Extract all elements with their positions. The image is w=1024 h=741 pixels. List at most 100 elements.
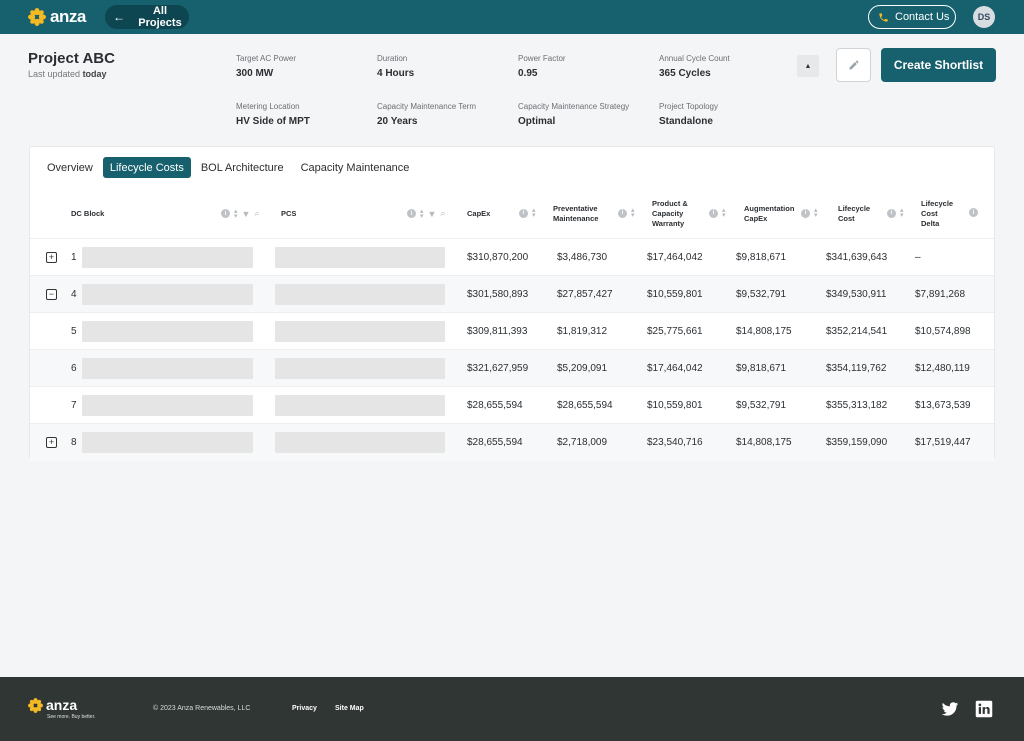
meta-value: HV Side of MPT xyxy=(236,116,310,127)
info-icon[interactable]: i xyxy=(221,209,230,218)
col-header-pcs[interactable]: PCS xyxy=(281,189,296,239)
info-icon[interactable]: i xyxy=(801,208,810,218)
header-line: Lifecycle xyxy=(921,199,954,208)
cell-preventative-maintenance: $3,486,730 xyxy=(557,252,608,263)
tab-overview[interactable]: Overview xyxy=(40,157,100,178)
col-header-augmentation-capex[interactable]: Augmentation CapEx xyxy=(744,189,794,239)
expand-row-icon[interactable]: + xyxy=(46,252,57,263)
cell-lifecycle-cost-delta: $7,891,268 xyxy=(915,289,966,300)
info-icon[interactable]: i xyxy=(519,208,528,218)
filter-icon[interactable]: ▼ xyxy=(242,209,251,219)
collapse-details-button[interactable]: ▲ xyxy=(797,55,819,77)
table-row[interactable]: 5 $309,811,393 $1,819,312 $25,775,661 $1… xyxy=(30,313,994,350)
expand-row-icon[interactable]: + xyxy=(46,437,57,448)
info-icon[interactable]: i xyxy=(618,208,627,218)
cell-warranty: $17,464,042 xyxy=(647,252,703,263)
pcs-header-tools: i ▴ ▾ ▼ ⌕ xyxy=(407,208,445,220)
tab-capacity-maintenance[interactable]: Capacity Maintenance xyxy=(294,157,417,178)
meta-label: Power Factor xyxy=(518,54,566,63)
row-number: 8 xyxy=(71,437,77,448)
table-row[interactable]: 7 $28,655,594 $28,655,594 $10,559,801 $9… xyxy=(30,387,994,424)
header-line: Preventative xyxy=(553,204,598,213)
prev-maint-header-tools: i ▴ ▾ xyxy=(618,207,635,219)
contact-us-label: Contact Us xyxy=(895,11,950,23)
footer-brand-logo[interactable]: anza See more. Buy better. xyxy=(28,697,95,720)
lifecycle-costs-card: Overview Lifecycle Costs BOL Architectur… xyxy=(29,146,995,461)
col-header-lifecycle-cost-delta[interactable]: Lifecycle Cost Delta xyxy=(921,189,953,239)
col-header-dc-block[interactable]: DC Block xyxy=(71,189,104,239)
footer-tagline: See more. Buy better. xyxy=(47,714,96,720)
cell-lifecycle-cost: $352,214,541 xyxy=(826,326,888,337)
meta-label: Capacity Maintenance Strategy xyxy=(518,102,630,111)
meta-project-topology: Project Topology Standalone xyxy=(659,102,718,127)
caret-up-icon: ▲ xyxy=(804,62,812,70)
dc-block-placeholder xyxy=(82,247,253,268)
user-avatar[interactable]: DS xyxy=(973,6,995,28)
table-row[interactable]: 6 $321,627,959 $5,209,091 $17,464,042 $9… xyxy=(30,350,994,387)
table-row[interactable]: − 4 $301,580,893 $27,857,427 $10,559,801… xyxy=(30,276,994,313)
sort-icon[interactable]: ▴ ▾ xyxy=(234,208,238,220)
meta-value: Standalone xyxy=(659,116,713,127)
col-header-capex[interactable]: CapEx xyxy=(467,189,490,239)
footer: anza See more. Buy better. © 2023 Anza R… xyxy=(0,677,1024,741)
sort-icon[interactable]: ▴ ▾ xyxy=(420,208,424,220)
collapse-row-icon[interactable]: − xyxy=(46,289,57,300)
meta-value: 300 MW xyxy=(236,68,274,79)
cell-preventative-maintenance: $5,209,091 xyxy=(557,363,608,374)
pcs-placeholder xyxy=(275,284,445,305)
col-header-preventative-maintenance[interactable]: Preventative Maintenance xyxy=(553,189,598,239)
table-row[interactable]: + 8 $28,655,594 $2,718,009 $23,540,716 $… xyxy=(30,424,994,461)
flower-logo-icon xyxy=(28,697,43,713)
info-icon[interactable]: i xyxy=(969,208,978,217)
col-header-lifecycle-cost[interactable]: Lifecycle Cost xyxy=(838,189,870,239)
cell-warranty: $17,464,042 xyxy=(647,363,703,374)
filter-icon[interactable]: ▼ xyxy=(428,209,437,219)
site-map-link[interactable]: Site Map xyxy=(335,705,364,712)
last-updated-value: today xyxy=(82,69,107,79)
capex-header-tools: i ▴ ▾ xyxy=(519,207,536,219)
pcs-placeholder xyxy=(275,321,445,342)
meta-annual-cycle-count: Annual Cycle Count 365 Cycles xyxy=(659,54,730,79)
all-projects-button[interactable]: ← All Projects xyxy=(105,5,189,29)
cell-lifecycle-cost-delta: – xyxy=(915,252,921,263)
cell-lifecycle-cost-delta: $17,519,447 xyxy=(915,437,971,448)
search-icon[interactable]: ⌕ xyxy=(440,208,445,219)
brand-logo[interactable]: anza xyxy=(28,7,86,27)
dc-block-placeholder xyxy=(82,432,253,453)
sort-icon[interactable]: ▴ ▾ xyxy=(532,207,536,219)
cell-augmentation-capex: $14,808,175 xyxy=(736,326,792,337)
dc-block-header-tools: i ▴ ▾ ▼ ⌕ xyxy=(221,208,259,220)
table-row[interactable]: + 1 $310,870,200 $3,486,730 $17,464,042 … xyxy=(30,239,994,276)
edit-button[interactable] xyxy=(836,48,871,82)
dc-block-placeholder xyxy=(82,395,253,416)
cell-augmentation-capex: $9,818,671 xyxy=(736,252,787,263)
info-icon[interactable]: i xyxy=(887,208,896,218)
sort-icon[interactable]: ▴ ▾ xyxy=(722,207,726,219)
cell-preventative-maintenance: $1,819,312 xyxy=(557,326,608,337)
sort-icon[interactable]: ▴ ▾ xyxy=(900,207,904,219)
pcs-placeholder xyxy=(275,432,445,453)
info-icon[interactable]: i xyxy=(407,209,416,218)
sort-icon[interactable]: ▴ ▾ xyxy=(631,207,635,219)
cell-augmentation-capex: $14,808,175 xyxy=(736,437,792,448)
cell-preventative-maintenance: $28,655,594 xyxy=(557,400,613,411)
cell-capex: $28,655,594 xyxy=(467,437,523,448)
linkedin-icon[interactable] xyxy=(975,700,993,718)
row-number: 4 xyxy=(71,289,77,300)
tab-lifecycle-costs[interactable]: Lifecycle Costs xyxy=(102,157,191,178)
lifecycle-header-tools: i ▴ ▾ xyxy=(887,207,904,219)
page-title: Project ABC xyxy=(28,50,115,67)
search-icon[interactable]: ⌕ xyxy=(254,208,259,219)
privacy-link[interactable]: Privacy xyxy=(292,705,317,712)
create-shortlist-button[interactable]: Create Shortlist xyxy=(881,48,996,82)
col-header-warranty[interactable]: Product & Capacity Warranty xyxy=(652,189,688,239)
twitter-icon[interactable] xyxy=(941,700,959,718)
header-line: Lifecycle xyxy=(838,204,871,213)
last-updated-prefix: Last updated xyxy=(28,69,81,79)
sort-icon[interactable]: ▴ ▾ xyxy=(814,207,818,219)
tab-bol-architecture[interactable]: BOL Architecture xyxy=(194,157,291,178)
contact-us-button[interactable]: Contact Us xyxy=(868,5,956,29)
cell-lifecycle-cost: $341,639,643 xyxy=(826,252,888,263)
meta-power-factor: Power Factor 0.95 xyxy=(518,54,566,79)
info-icon[interactable]: i xyxy=(709,208,718,218)
